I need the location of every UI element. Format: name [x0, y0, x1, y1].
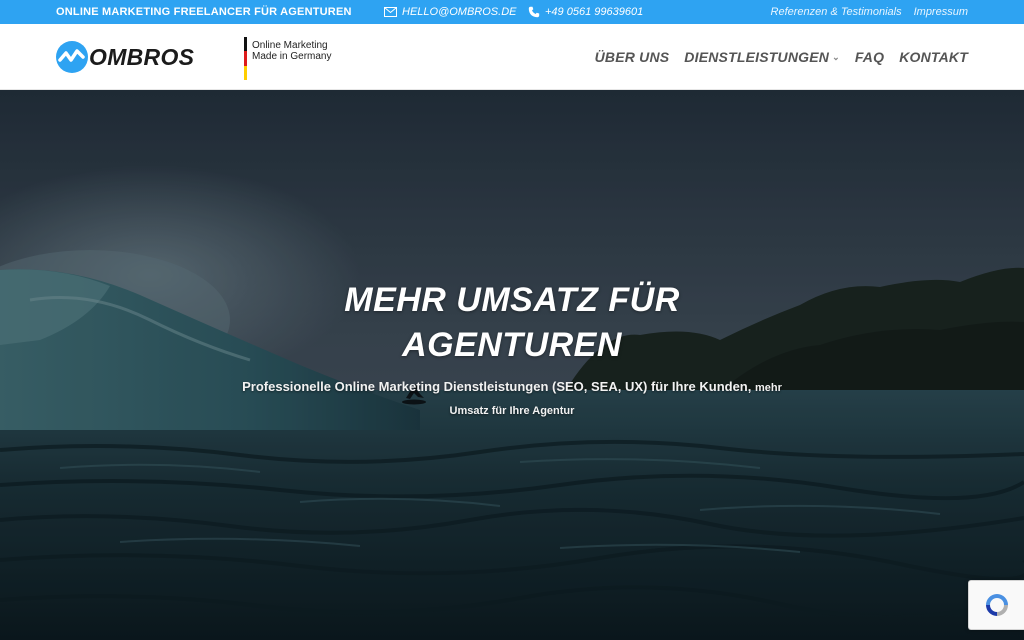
nav-kontakt[interactable]: KONTAKT [899, 49, 968, 65]
topbar-links: Referenzen & Testimonials Impressum [771, 6, 968, 18]
hero-section: MEHR UMSATZ FÜR AGENTUREN Professionelle … [0, 90, 1024, 640]
phone-text: +49 0561 99639601 [545, 6, 644, 18]
germany-flag-icon [244, 37, 247, 80]
mail-icon [384, 7, 397, 17]
link-impressum[interactable]: Impressum [914, 6, 968, 18]
chevron-down-icon: ⌄ [832, 51, 840, 62]
recaptcha-icon [985, 594, 1008, 616]
badge-line-2: Made in Germany [252, 51, 332, 62]
site-logo[interactable]: OMBROS [56, 41, 194, 73]
link-referenzen[interactable]: Referenzen & Testimonials [771, 6, 902, 18]
main-nav: ÜBER UNS DIENSTLEISTUNGEN ⌄ FAQ KONTAKT [595, 49, 968, 65]
nav-dienstleistungen[interactable]: DIENSTLEISTUNGEN ⌄ [684, 49, 840, 65]
logo-text: OMBROS [89, 43, 195, 70]
hero-title: MEHR UMSATZ FÜR AGENTUREN [344, 281, 680, 364]
email-text: HELLO@OMBROS.DE [402, 6, 517, 18]
main-header: OMBROS Online Marketing Made in Germany … [0, 24, 1024, 90]
made-in-germany-badge: Online Marketing Made in Germany [244, 37, 331, 80]
top-bar: ONLINE MARKETING FREELANCER FÜR AGENTURE… [0, 0, 1024, 24]
nav-faq[interactable]: FAQ [855, 49, 884, 65]
phone-link[interactable]: +49 0561 99639601 [528, 6, 643, 18]
badge-line-1: Online Marketing [252, 40, 328, 51]
nav-ueber-uns[interactable]: ÜBER UNS [595, 49, 670, 65]
recaptcha-badge[interactable] [968, 580, 1024, 630]
logo-icon [56, 41, 88, 73]
hero-subtitle: Professionelle Online Marketing Dienstle… [242, 379, 782, 417]
phone-icon [528, 6, 540, 18]
email-link[interactable]: HELLO@OMBROS.DE [384, 6, 516, 18]
tagline: ONLINE MARKETING FREELANCER FÜR AGENTURE… [56, 6, 352, 18]
